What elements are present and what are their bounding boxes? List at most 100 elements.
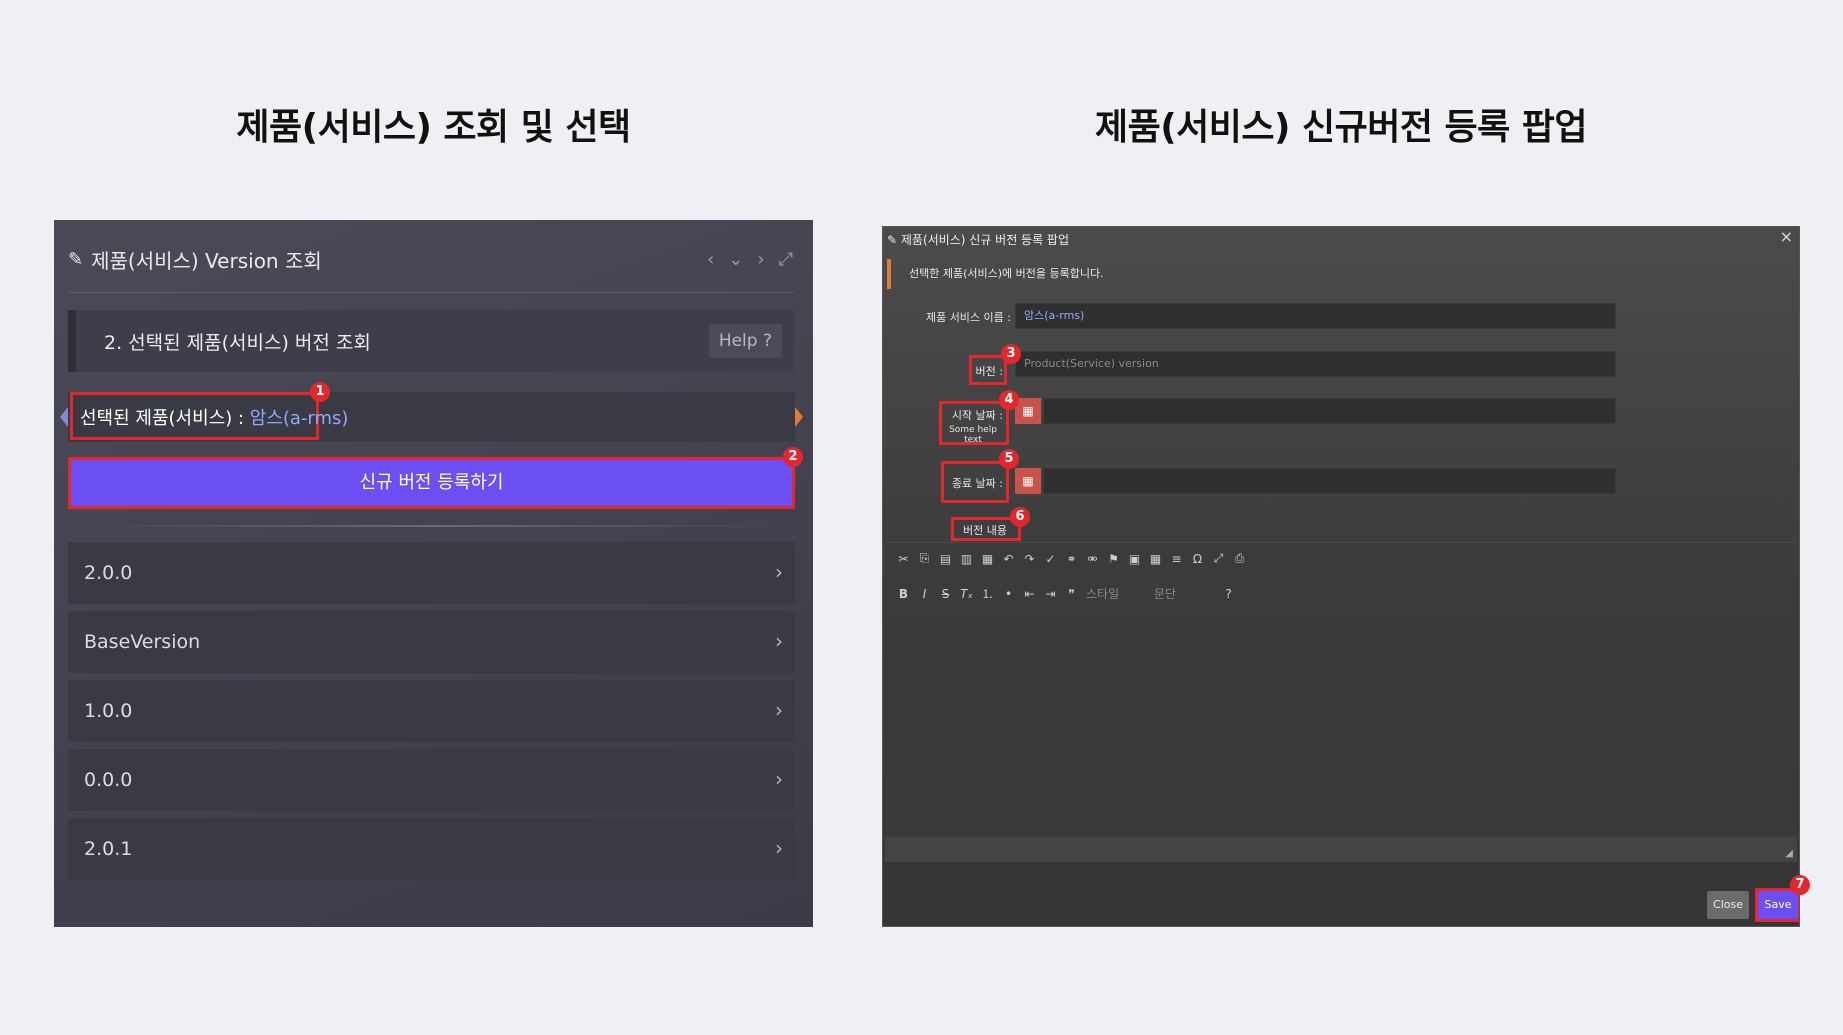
table-icon[interactable]: ▦: [1149, 552, 1162, 566]
step-badge-4: 4: [999, 390, 1019, 410]
version-input[interactable]: Product(Service) version: [1015, 351, 1616, 377]
selected-product-label: 선택된 제품(서비스) :: [80, 408, 250, 429]
version-item[interactable]: BaseVersion ›: [68, 611, 795, 673]
divider: [68, 292, 793, 293]
step-badge-7: 7: [1790, 875, 1810, 895]
source-icon[interactable]: ⎙: [1233, 551, 1246, 566]
numbered-list-icon[interactable]: ⒈: [981, 585, 994, 602]
chevron-right-icon: ›: [775, 560, 783, 584]
help-button[interactable]: Help ?: [708, 324, 782, 358]
version-item[interactable]: 0.0.0 ›: [68, 749, 795, 811]
version-name: 0.0.0: [84, 769, 133, 791]
unlink-icon[interactable]: ⚮: [1086, 552, 1099, 566]
popup-title: ✎ 제품(서비스) 신규 버전 등록 팝업: [887, 231, 1069, 248]
version-name: 2.0.0: [84, 562, 133, 584]
new-version-popup: ✎ 제품(서비스) 신규 버전 등록 팝업 × 선택한 제품(서비스)에 버전을…: [882, 226, 1800, 927]
chevron-right-icon: ›: [775, 767, 783, 791]
copy-icon[interactable]: ⎘: [918, 551, 931, 566]
end-date-field[interactable]: [1043, 468, 1616, 494]
chevron-right-icon: ›: [775, 629, 783, 653]
step-badge-3: 3: [1001, 344, 1021, 364]
fullscreen-icon[interactable]: ⤢: [779, 249, 793, 270]
version-list: 2.0.0 › BaseVersion › 1.0.0 › 0.0.0 › 2.0.1 ›: [68, 542, 795, 887]
outdent-icon[interactable]: ⇤: [1023, 587, 1036, 601]
editor-toolbar: ✂ ⎘ ▤ ▥ ▦ ↶ ↷ ✓ ⚭ ⚮ ⚑ ▣ ▦ ≡ Ω ⤢ ⎙ B I S …: [885, 542, 1797, 618]
calendar-icon[interactable]: ▦: [1015, 398, 1041, 424]
close-icon[interactable]: ×: [1780, 227, 1793, 246]
editor-help-icon[interactable]: ?: [1222, 587, 1235, 601]
format-dropdown[interactable]: 문단: [1154, 585, 1214, 602]
chevron-right-icon: ›: [775, 698, 783, 722]
bullet-list-icon[interactable]: •: [1002, 587, 1015, 601]
step-badge-5: 5: [999, 449, 1019, 469]
selected-product-bar: 선택된 제품(서비스) : 암스(a-rms): [60, 392, 803, 442]
version-item[interactable]: 1.0.0 ›: [68, 680, 795, 742]
anchor-icon[interactable]: ⚑: [1107, 552, 1120, 566]
edit-icon: ✎: [887, 233, 901, 247]
italic-icon[interactable]: I: [918, 587, 931, 601]
redo-icon[interactable]: ↷: [1023, 552, 1036, 566]
panel-controls: ‹ ⌄ › ⤢: [707, 249, 793, 270]
close-button[interactable]: Close: [1707, 891, 1749, 919]
image-icon[interactable]: ▣: [1128, 552, 1141, 566]
start-date-label: 시작 날짜 :: [951, 409, 1003, 422]
panel-title: 제품(서비스) Version 조회: [91, 248, 322, 273]
divider: [94, 525, 773, 527]
step-badge-1: 1: [310, 382, 330, 402]
maximize-icon[interactable]: ⤢: [1212, 551, 1225, 566]
version-name: BaseVersion: [84, 631, 201, 653]
step-badge-6: 6: [1010, 507, 1030, 527]
new-version-button[interactable]: 신규 버전 등록하기: [68, 457, 795, 509]
panel-header: ✎ 제품(서비스) Version 조회 ‹ ⌄ › ⤢: [68, 244, 793, 274]
version-name: 2.0.1: [84, 838, 133, 860]
popup-title-text: 제품(서비스) 신규 버전 등록 팝업: [900, 233, 1070, 247]
toolbar-row-2: B I S Tₓ ⒈ • ⇤ ⇥ ❞ 스타일 문단 ?: [897, 585, 1235, 602]
left-section-title: 제품(서비스) 조회 및 선택: [236, 107, 631, 148]
style-dropdown[interactable]: 스타일: [1086, 585, 1146, 602]
subheader-label: 2. 선택된 제품(서비스) 버전 조회: [104, 332, 371, 354]
version-label: 버전 :: [975, 365, 1003, 378]
paste-icon[interactable]: ▤: [939, 552, 952, 566]
paste-text-icon[interactable]: ▥: [960, 552, 973, 566]
step-badge-2: 2: [783, 447, 803, 467]
indent-icon[interactable]: ⇥: [1044, 587, 1057, 601]
content-label: 버전 내용: [963, 524, 1007, 537]
product-name-field[interactable]: 암스(a-rms): [1015, 303, 1616, 329]
section-subheader: 2. 선택된 제품(서비스) 버전 조회 Help ?: [68, 310, 794, 372]
chevron-right-icon: ›: [775, 836, 783, 860]
version-item[interactable]: 2.0.1 ›: [68, 818, 795, 880]
version-item[interactable]: 2.0.0 ›: [68, 542, 795, 604]
editor-footer: ◢: [885, 837, 1797, 862]
horizontal-rule-icon[interactable]: ≡: [1170, 552, 1183, 566]
right-section-title: 제품(서비스) 신규버전 등록 팝업: [1094, 107, 1588, 148]
toolbar-row-1: ✂ ⎘ ▤ ▥ ▦ ↶ ↷ ✓ ⚭ ⚮ ⚑ ▣ ▦ ≡ Ω ⤢ ⎙: [897, 551, 1246, 566]
special-char-icon[interactable]: Ω: [1191, 552, 1204, 566]
version-name: 1.0.0: [84, 700, 133, 722]
product-name-label: 제품 서비스 이름 :: [925, 311, 1011, 324]
start-date-help: Some help text: [949, 425, 997, 445]
version-content-editor[interactable]: [885, 618, 1797, 862]
popup-description: 선택한 제품(서비스)에 버전을 등록합니다.: [887, 259, 1104, 289]
chevron-down-icon[interactable]: ⌄: [728, 249, 743, 270]
remove-format-icon[interactable]: Tₓ: [960, 587, 973, 601]
left-edge-marker: [60, 407, 68, 427]
version-lookup-panel: ✎ 제품(서비스) Version 조회 ‹ ⌄ › ⤢ 2. 선택된 제품(서…: [54, 220, 813, 927]
blockquote-icon[interactable]: ❞: [1065, 587, 1078, 601]
start-date-field[interactable]: [1043, 398, 1616, 424]
resize-handle-icon[interactable]: ◢: [1785, 848, 1793, 859]
calendar-icon[interactable]: ▦: [1015, 468, 1041, 494]
bold-icon[interactable]: B: [897, 587, 910, 601]
chevron-left-icon[interactable]: ‹: [707, 249, 714, 270]
right-edge-marker: [795, 407, 803, 427]
undo-icon[interactable]: ↶: [1002, 552, 1015, 566]
cut-icon[interactable]: ✂: [897, 552, 910, 566]
link-icon[interactable]: ⚭: [1065, 552, 1078, 566]
selected-product-value[interactable]: 암스(a-rms): [250, 408, 349, 429]
strike-icon[interactable]: S: [939, 587, 952, 601]
paste-word-icon[interactable]: ▦: [981, 552, 994, 566]
chevron-right-icon[interactable]: ›: [757, 249, 764, 270]
edit-icon: ✎: [68, 248, 84, 270]
selected-product-text: 선택된 제품(서비스) : 암스(a-rms): [80, 404, 348, 430]
end-date-label: 종료 날짜 :: [951, 477, 1003, 490]
spellcheck-icon[interactable]: ✓: [1044, 552, 1057, 566]
